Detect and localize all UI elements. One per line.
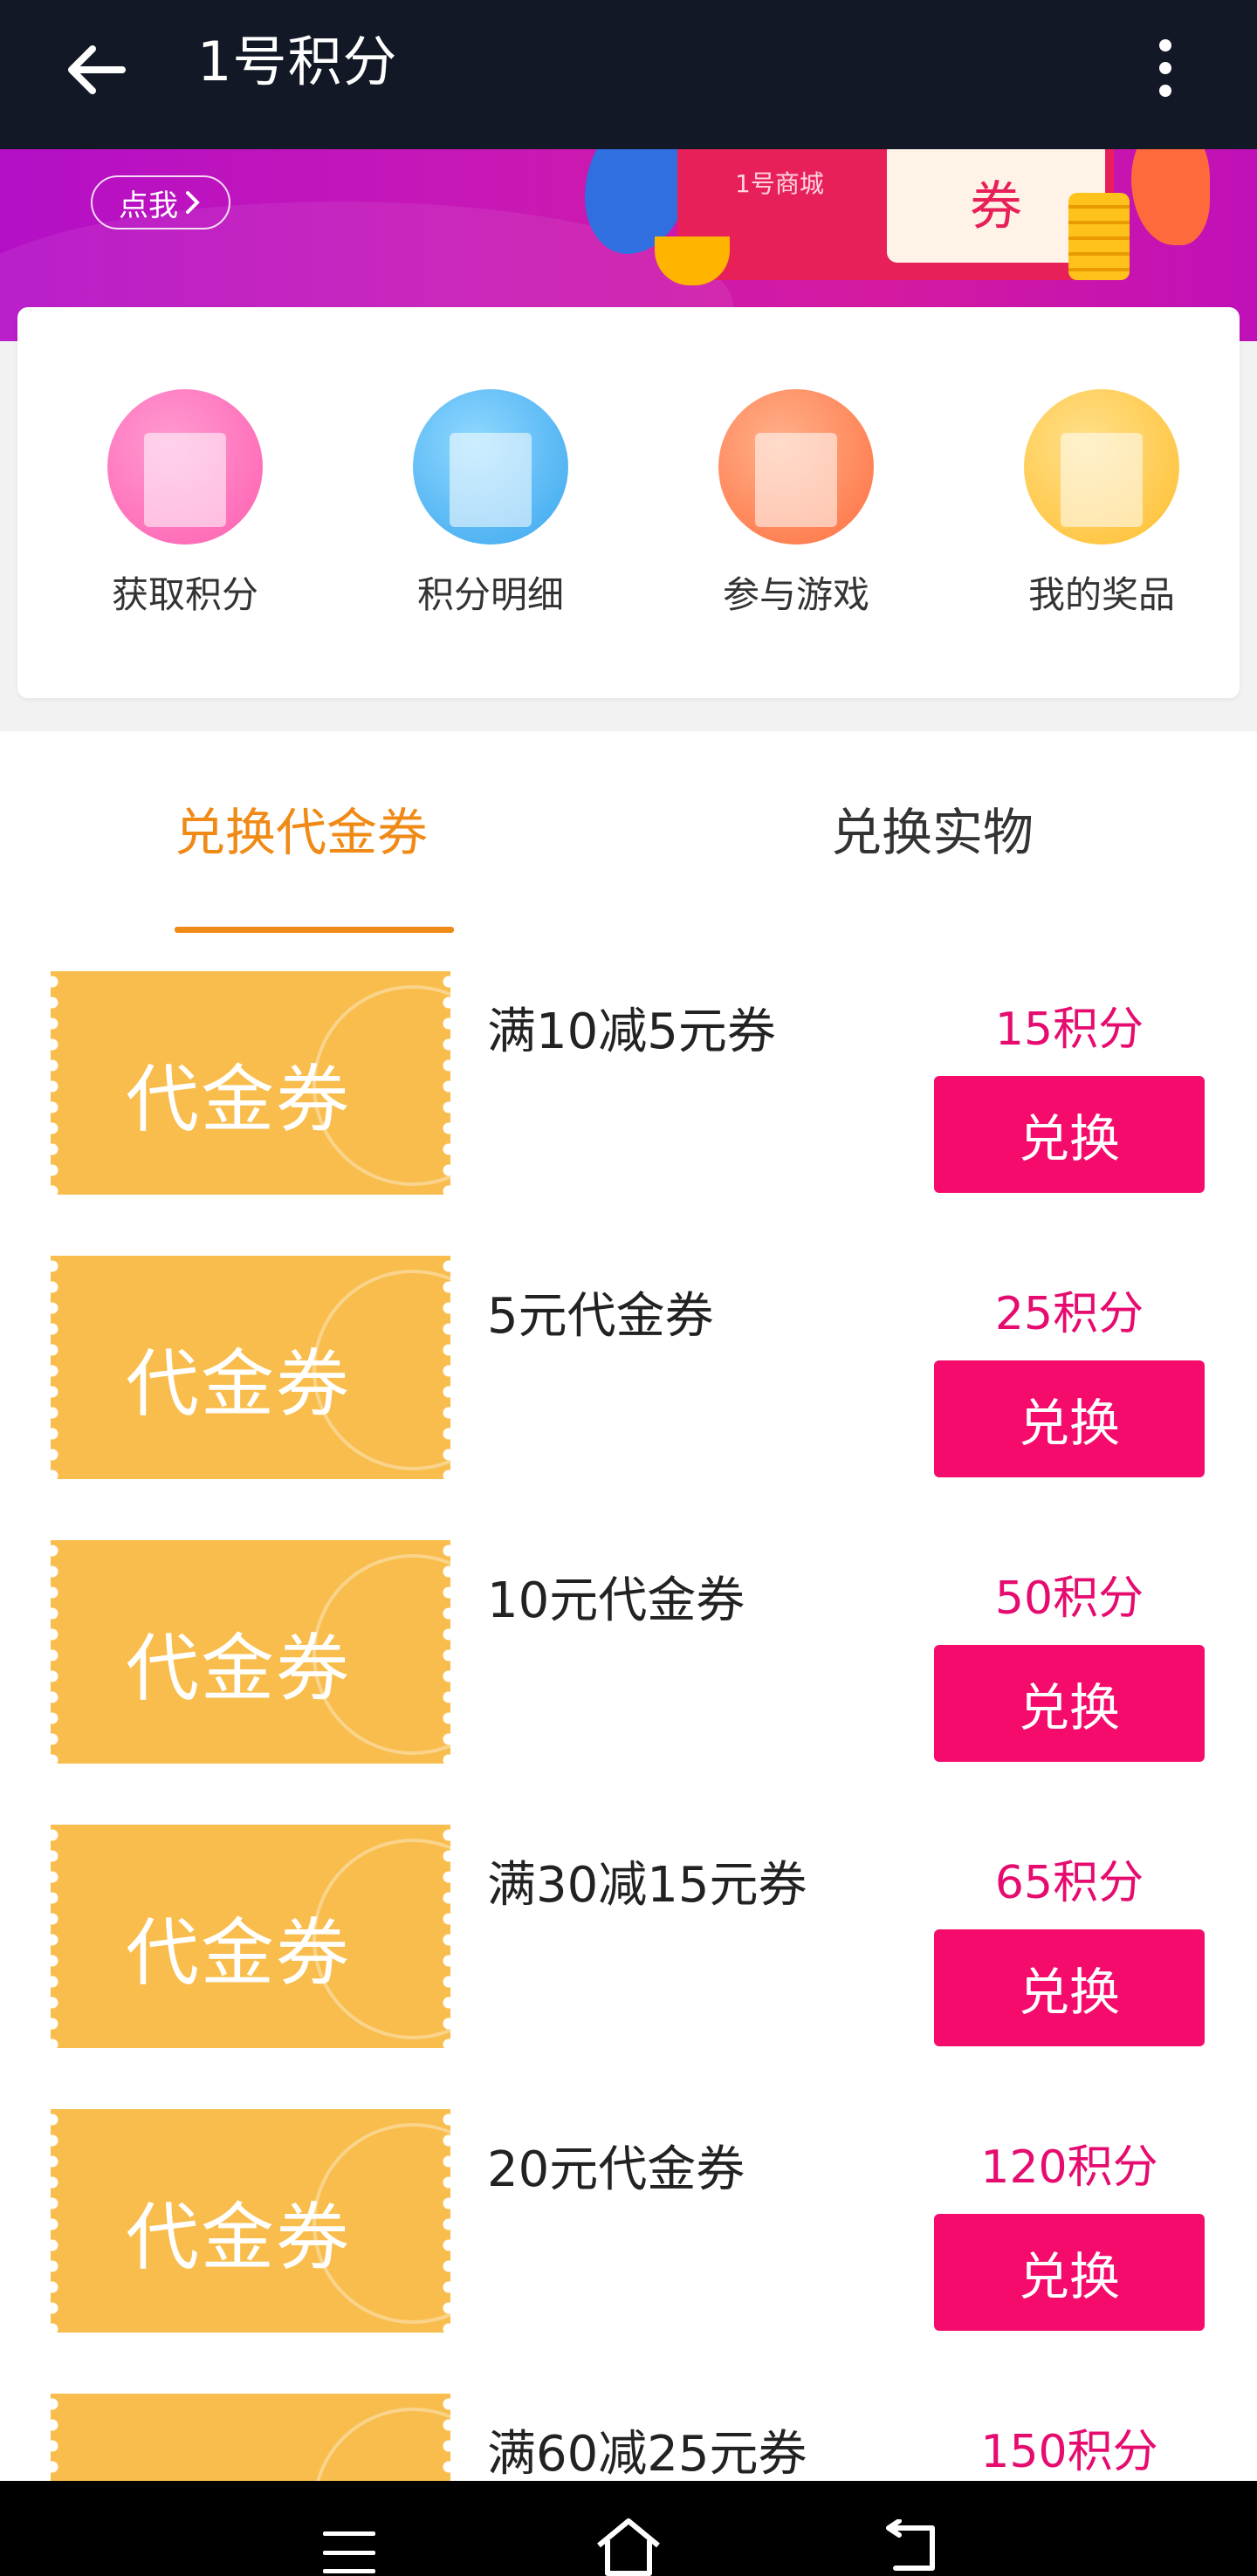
home-icon[interactable]	[594, 2516, 663, 2576]
banner-shop-name: 1号商城	[735, 169, 824, 198]
quick-action-my-prizes[interactable]: 我的奖品	[1014, 389, 1189, 619]
tab-exchange-coupons[interactable]: 兑换代金券	[175, 801, 428, 864]
coupon-title: 满60减25元券	[487, 2426, 807, 2481]
quick-action-label: 获取积分	[111, 573, 258, 616]
gift-icon	[1024, 389, 1179, 545]
points-detail-icon	[413, 389, 568, 545]
quick-action-play-game[interactable]: 参与游戏	[709, 389, 883, 619]
coupon-image: 代金券	[51, 971, 450, 1195]
coupon-points: 120积分	[980, 2141, 1158, 2194]
more-vertical-icon	[1159, 39, 1171, 51]
quick-action-get-points[interactable]: 获取积分	[98, 389, 272, 619]
coupon-image: 代金券	[51, 1825, 450, 2048]
page-title: 1号积分	[197, 30, 398, 93]
back-icon[interactable]	[882, 2519, 939, 2572]
list-item: 代金券 20元代金券 120积分 兑换	[0, 2074, 1257, 2359]
coupon-points: 50积分	[994, 1572, 1144, 1625]
coupon-title: 20元代金券	[487, 2141, 745, 2198]
exchange-button[interactable]: 兑换	[934, 1076, 1205, 1193]
more-options-button[interactable]	[1135, 24, 1196, 112]
exchange-tabs: 兑换代金券 兑换实物	[0, 731, 1257, 936]
quick-actions-panel: 获取积分 积分明细 参与游戏 我的奖品	[17, 307, 1240, 698]
coupon-points: 65积分	[994, 1857, 1144, 1909]
get-points-icon	[107, 389, 263, 545]
coupon-image: 代金券	[51, 2394, 450, 2481]
exchange-button[interactable]: 兑换	[934, 1645, 1205, 1762]
system-navigation-bar	[0, 2481, 1257, 2576]
coupon-badge-text: 代金券	[126, 1626, 352, 1711]
list-item: 代金券 满10减5元券 15积分 兑换	[0, 936, 1257, 1221]
coupon-title: 5元代金券	[487, 1288, 714, 1345]
coupon-badge-text: 代金券	[126, 1057, 352, 1142]
coupon-title: 10元代金券	[487, 1572, 745, 1629]
coupon-points: 15积分	[994, 1004, 1144, 1056]
coupon-badge-text: 代金券	[126, 2195, 352, 2280]
coupon-badge-text: 代金券	[126, 1910, 352, 1996]
back-button[interactable]	[52, 26, 140, 113]
coupon-title: 满10减5元券	[487, 1004, 776, 1060]
coupon-points: 150积分	[980, 2426, 1158, 2478]
coupon-badge-text: 代金券	[126, 1341, 352, 1427]
coupon-points: 25积分	[994, 1288, 1144, 1340]
exchange-button[interactable]: 兑换	[934, 1929, 1205, 2046]
quick-action-label: 参与游戏	[722, 573, 869, 616]
quick-action-points-detail[interactable]: 积分明细	[403, 389, 578, 619]
tap-me-button[interactable]: 点我	[91, 175, 230, 230]
coupon-list[interactable]: 代金券 满10减5元券 15积分 兑换 代金券 5元代金券 25积分 兑换 代金…	[0, 936, 1257, 2481]
coupon-badge-text: 代金券	[126, 2463, 351, 2481]
quick-action-label: 我的奖品	[1027, 573, 1175, 616]
tab-exchange-goods[interactable]: 兑换实物	[831, 801, 1034, 864]
coin-stack-icon	[1068, 193, 1130, 280]
coupon-title: 满30减15元券	[487, 1857, 807, 1914]
top-app-bar: 1号积分	[0, 0, 1257, 149]
list-item: 代金券 满30减15元券 65积分 兑换	[0, 1790, 1257, 2074]
arrow-left-icon	[68, 45, 126, 94]
coupon-image: 代金券	[51, 2109, 450, 2333]
exchange-button[interactable]: 兑换	[934, 1360, 1205, 1477]
menu-icon[interactable]	[323, 2531, 375, 2573]
active-tab-indicator	[175, 927, 454, 933]
list-item: 代金券 5元代金券 25积分 兑换	[0, 1221, 1257, 1505]
exchange-button[interactable]: 兑换	[934, 2214, 1205, 2331]
banner-leaf-decoration-right	[1131, 149, 1210, 245]
game-icon	[718, 389, 874, 545]
list-item: 代金券 满60减25元券 150积分 兑换	[0, 2359, 1257, 2481]
coupon-image: 代金券	[51, 1540, 450, 1764]
quick-action-label: 积分明细	[416, 573, 564, 616]
tap-me-label: 点我	[119, 188, 178, 223]
list-item: 代金券 10元代金券 50积分 兑换	[0, 1505, 1257, 1790]
banner-ticket-text: 券	[970, 175, 1022, 237]
chevron-right-icon	[186, 191, 200, 214]
coupon-image: 代金券	[51, 1256, 450, 1479]
